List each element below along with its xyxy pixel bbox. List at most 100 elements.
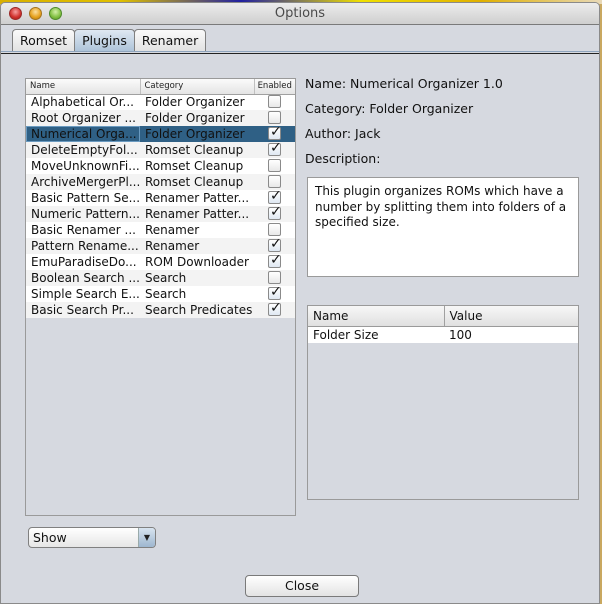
enabled-checkbox[interactable] [268, 175, 281, 188]
tab-renamer[interactable]: Renamer [133, 29, 207, 51]
plugin-enabled-cell [254, 158, 295, 174]
plugin-name-cell: EmuParadiseDo... [26, 254, 140, 270]
plugin-category-cell: Folder Organizer [140, 110, 254, 126]
plugin-category-cell: Search Predicates [140, 302, 254, 318]
plugin-row[interactable]: Basic Renamer ... Renamer [26, 222, 295, 238]
description-text-area[interactable]: This plugin organizes ROMs which have a … [307, 177, 579, 277]
column-header-property-value[interactable]: Value [444, 306, 578, 327]
plugin-row[interactable]: MoveUnknownFi... Romset Cleanup [26, 158, 295, 174]
plugin-category-cell: Renamer [140, 238, 254, 254]
plugin-name-cell: Basic Renamer ... [26, 222, 140, 238]
plugin-row[interactable]: Simple Search E... Search [26, 286, 295, 302]
plugin-enabled-cell [254, 126, 295, 142]
plugin-category-cell: Renamer Patter... [140, 190, 254, 206]
plugin-enabled-cell [254, 286, 295, 302]
plugin-category-cell: Romset Cleanup [140, 142, 254, 158]
enabled-checkbox[interactable] [268, 223, 281, 236]
plugin-row[interactable]: ArchiveMergerPl... Romset Cleanup [26, 174, 295, 190]
plugin-name-cell: Pattern Rename... [26, 238, 140, 254]
tab-divider [1, 51, 599, 54]
options-window: Options Romset Plugins Renamer Name Cate… [0, 2, 600, 604]
plugin-category-cell: Search [140, 270, 254, 286]
enabled-checkbox[interactable] [268, 286, 282, 300]
plugin-category-cell: ROM Downloader [140, 254, 254, 270]
plugin-name-cell: Simple Search E... [26, 286, 140, 302]
plugin-category-cell: Romset Cleanup [140, 174, 254, 190]
title-bar[interactable]: Options [1, 3, 599, 25]
plugin-name-cell: MoveUnknownFi... [26, 158, 140, 174]
description-label: Description: [305, 151, 381, 166]
tab-romset[interactable]: Romset [12, 29, 76, 51]
plugin-row[interactable]: Boolean Search ... Search [26, 270, 295, 286]
plugin-row[interactable]: EmuParadiseDo... ROM Downloader [26, 254, 295, 270]
column-header-enabled[interactable]: Enabled [254, 79, 295, 95]
properties-table: Name Value Folder Size 100 [308, 306, 578, 343]
plugin-enabled-cell [254, 302, 295, 318]
enabled-checkbox[interactable] [268, 126, 282, 140]
tab-bar: Romset Plugins Renamer [12, 29, 207, 51]
plugin-name-cell: Root Organizer ... [26, 110, 140, 126]
plugin-enabled-cell [254, 110, 295, 126]
plugin-list-panel: Name Category Enabled Alphabetical Or...… [25, 78, 296, 516]
plugin-row[interactable]: Numeric Pattern... Renamer Patter... [26, 206, 295, 222]
plugin-name-cell: Basic Search Pr... [26, 302, 140, 318]
plugin-name-cell: Boolean Search ... [26, 270, 140, 286]
plugin-name-cell: DeleteEmptyFol... [26, 142, 140, 158]
plugin-row[interactable]: Numerical Orga... Folder Organizer [26, 126, 295, 142]
enabled-checkbox[interactable] [268, 206, 282, 220]
plugin-enabled-cell [254, 270, 295, 286]
enabled-checkbox[interactable] [268, 190, 282, 204]
plugin-category-cell: Folder Organizer [140, 94, 254, 110]
enabled-checkbox[interactable] [268, 238, 282, 252]
enabled-checkbox[interactable] [268, 95, 281, 109]
plugin-enabled-cell [254, 222, 295, 238]
enabled-checkbox[interactable] [268, 254, 282, 268]
enabled-checkbox[interactable] [268, 302, 282, 316]
plugin-table-header: Name Category Enabled [26, 79, 295, 95]
enabled-checkbox[interactable] [268, 271, 281, 284]
plugin-category-cell: Renamer Patter... [140, 206, 254, 222]
plugin-row[interactable]: Pattern Rename... Renamer [26, 238, 295, 254]
plugin-category-cell: Folder Organizer [140, 126, 254, 142]
enabled-checkbox[interactable] [268, 111, 281, 124]
chevron-down-icon[interactable]: ▼ [138, 528, 155, 547]
plugin-enabled-cell [254, 206, 295, 222]
tab-plugins[interactable]: Plugins [74, 29, 135, 51]
plugin-name-cell: Numeric Pattern... [26, 206, 140, 222]
plugin-row[interactable]: Basic Pattern Se... Renamer Patter... [26, 190, 295, 206]
plugin-enabled-cell [254, 190, 295, 206]
enabled-checkbox[interactable] [268, 159, 281, 172]
enabled-checkbox[interactable] [268, 142, 282, 156]
plugin-row[interactable]: Basic Search Pr... Search Predicates [26, 302, 295, 318]
close-button[interactable]: Close [245, 575, 359, 597]
column-header-property-name[interactable]: Name [308, 306, 445, 327]
property-name: Folder Size [308, 326, 444, 343]
plugin-row[interactable]: DeleteEmptyFol... Romset Cleanup [26, 142, 295, 158]
plugin-name-label: Name: Numerical Organizer 1.0 [305, 76, 503, 91]
plugin-name-cell: Basic Pattern Se... [26, 190, 140, 206]
plugin-category-cell: Search [140, 286, 254, 302]
plugin-row[interactable]: Alphabetical Or... Folder Organizer [26, 94, 295, 110]
plugin-enabled-cell [254, 174, 295, 190]
plugin-category-cell: Renamer [140, 222, 254, 238]
plugin-name-cell: ArchiveMergerPl... [26, 174, 140, 190]
window-title: Options [274, 6, 326, 21]
column-header-name[interactable]: Name [26, 79, 141, 95]
plugin-category-label: Category: Folder Organizer [305, 101, 474, 116]
property-row[interactable]: Folder Size 100 [308, 326, 578, 343]
plugin-enabled-cell [254, 94, 295, 110]
plugin-enabled-cell [254, 238, 295, 254]
plugin-name-cell: Numerical Orga... [26, 126, 140, 142]
plugin-enabled-cell [254, 254, 295, 270]
properties-table-header: Name Value [308, 306, 578, 327]
property-value[interactable]: 100 [444, 326, 578, 343]
show-filter-combobox[interactable]: Show Compatible ▼ [28, 527, 156, 548]
plugin-table: Name Category Enabled Alphabetical Or...… [26, 79, 295, 318]
plugin-enabled-cell [254, 142, 295, 158]
plugin-name-cell: Alphabetical Or... [26, 94, 140, 110]
plugin-category-cell: Romset Cleanup [140, 158, 254, 174]
column-header-category[interactable]: Category [140, 79, 255, 95]
combo-selected-value: Show Compatible [33, 530, 67, 545]
plugin-author-label: Author: Jack [305, 126, 381, 141]
plugin-row[interactable]: Root Organizer ... Folder Organizer [26, 110, 295, 126]
